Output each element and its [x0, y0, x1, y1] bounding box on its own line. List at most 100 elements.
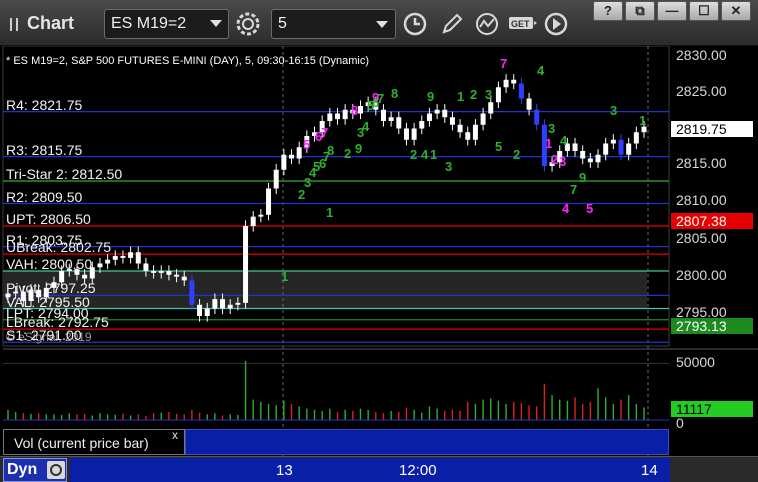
sequential-count-mark: 4 — [562, 201, 570, 216]
sequential-count-mark: 1 — [457, 89, 465, 104]
candle-body — [457, 124, 463, 133]
candle-body — [403, 128, 409, 140]
chart-subtitle: * ES M19=2, S&P 500 FUTURES E-MINI (DAY)… — [6, 55, 370, 67]
candle-body — [633, 132, 639, 144]
candle-body — [289, 154, 295, 159]
dynamic-button[interactable]: Dyn — [3, 458, 67, 482]
restore-button[interactable]: ⧉ — [625, 1, 655, 21]
sequential-count-mark: 4 — [537, 63, 545, 78]
candle-body — [610, 139, 616, 144]
sequential-count-mark: 4 — [421, 147, 429, 162]
candle-body — [380, 109, 386, 121]
sequential-count-mark: 3 — [548, 121, 556, 136]
candle-body — [258, 214, 264, 217]
volume-tick: 0 — [676, 415, 684, 431]
sequential-count-mark: 4 — [560, 133, 568, 148]
dynamic-label: Dyn — [7, 461, 38, 478]
candle-body — [626, 143, 632, 155]
candle-body — [603, 143, 609, 155]
sequential-count-mark: 5 — [303, 137, 311, 152]
scroll-lock-icon[interactable] — [47, 461, 65, 479]
candle-body — [388, 117, 394, 121]
price-tick: 2800.00 — [676, 267, 727, 283]
lpt-price-tag: 2793.13 — [671, 318, 753, 334]
play-button[interactable] — [540, 9, 572, 39]
candle-body — [143, 263, 149, 271]
candle-body — [334, 113, 340, 120]
level-label: UBreak: 2802.75 — [6, 239, 112, 256]
candle-body — [426, 113, 432, 121]
candle-body — [204, 308, 210, 316]
study-button[interactable] — [471, 9, 503, 39]
sequential-count-mark: 8 — [391, 86, 399, 101]
candle-body — [580, 151, 586, 159]
candle-body — [595, 154, 601, 163]
candle-body — [488, 102, 494, 114]
get-data-button[interactable]: GET — [505, 9, 537, 39]
level-label: VAH: 2800.50 — [6, 256, 93, 272]
candle-body — [227, 304, 233, 309]
svg-text:GET: GET — [511, 19, 530, 29]
sequential-count-mark: 7 — [377, 91, 385, 106]
candle-body — [212, 299, 218, 309]
sequential-count-mark: 7 — [321, 125, 329, 140]
maximize-button[interactable]: ☐ — [689, 1, 719, 21]
sequential-count-mark: 1 — [430, 147, 438, 162]
price-tick: 2810.00 — [676, 192, 727, 208]
candle-body — [181, 276, 187, 281]
price-tick: 2830.00 — [676, 47, 727, 63]
level-label: R3: 2815.75 — [6, 141, 83, 158]
help-button[interactable]: ? — [593, 1, 623, 21]
level-label: Tri-Star 2: 2812.50 — [6, 166, 123, 182]
get-icon: GET — [509, 17, 537, 29]
chevron-down-icon — [376, 21, 388, 28]
candle-body — [518, 83, 524, 99]
drag-grip-icon[interactable] — [10, 18, 18, 31]
upt-price-tag: 2807.38 — [671, 213, 753, 229]
volume-panel-label: Vol (current price bar) — [3, 429, 185, 455]
minimize-button[interactable]: — — [657, 1, 687, 21]
close-button[interactable]: ✕ — [721, 1, 751, 21]
settings-button[interactable] — [232, 9, 264, 39]
candle-body — [587, 158, 593, 163]
sequential-count-mark: 1 — [281, 269, 289, 284]
price-tick: 2805.00 — [676, 230, 727, 246]
value-area-band — [3, 271, 647, 309]
price-tick: 2795.00 — [676, 304, 727, 320]
time-label: 12:00 — [399, 462, 437, 479]
candle-body — [434, 109, 440, 114]
time-button[interactable] — [399, 9, 431, 39]
candle-body — [342, 109, 348, 120]
sequential-count-mark: 2 — [410, 147, 418, 162]
sequential-count-mark: 2 — [344, 146, 352, 161]
sequential-count-mark: 2 — [470, 87, 478, 102]
level-label: UPT: 2806.50 — [6, 211, 91, 227]
candle-body — [411, 128, 417, 140]
candle-body — [449, 117, 455, 125]
sequential-count-mark: 9 — [579, 170, 587, 185]
candle-body — [243, 226, 249, 303]
candle-body — [158, 271, 164, 273]
candle-body — [480, 113, 486, 125]
candle-body — [357, 106, 363, 114]
sequential-count-mark: 4 — [362, 119, 370, 134]
draw-button[interactable] — [436, 9, 468, 39]
window-title: Chart — [27, 13, 75, 33]
sequential-count-mark: 3 — [610, 103, 618, 118]
settings-gear-icon — [236, 12, 260, 36]
time-axis[interactable]: 13 12:00 14 — [70, 458, 670, 482]
sequential-count-mark: 9 — [427, 89, 435, 104]
sequential-count-mark: 8 — [351, 103, 359, 118]
candle-body — [235, 302, 241, 305]
volume-panel-close-icon[interactable]: x — [172, 428, 178, 442]
sequential-count-mark: 2 — [551, 152, 559, 167]
interval-combo[interactable]: 5 — [271, 9, 396, 39]
sequential-count-mark: 3 — [485, 87, 493, 102]
symbol-combo[interactable]: ES M19=2 — [104, 9, 229, 39]
candle-body — [296, 147, 302, 159]
sequential-count-mark: 7 — [570, 182, 578, 197]
interval-value: 5 — [278, 15, 287, 32]
candle-body — [82, 274, 88, 279]
candle-body — [534, 109, 540, 125]
candle-body — [250, 216, 256, 226]
